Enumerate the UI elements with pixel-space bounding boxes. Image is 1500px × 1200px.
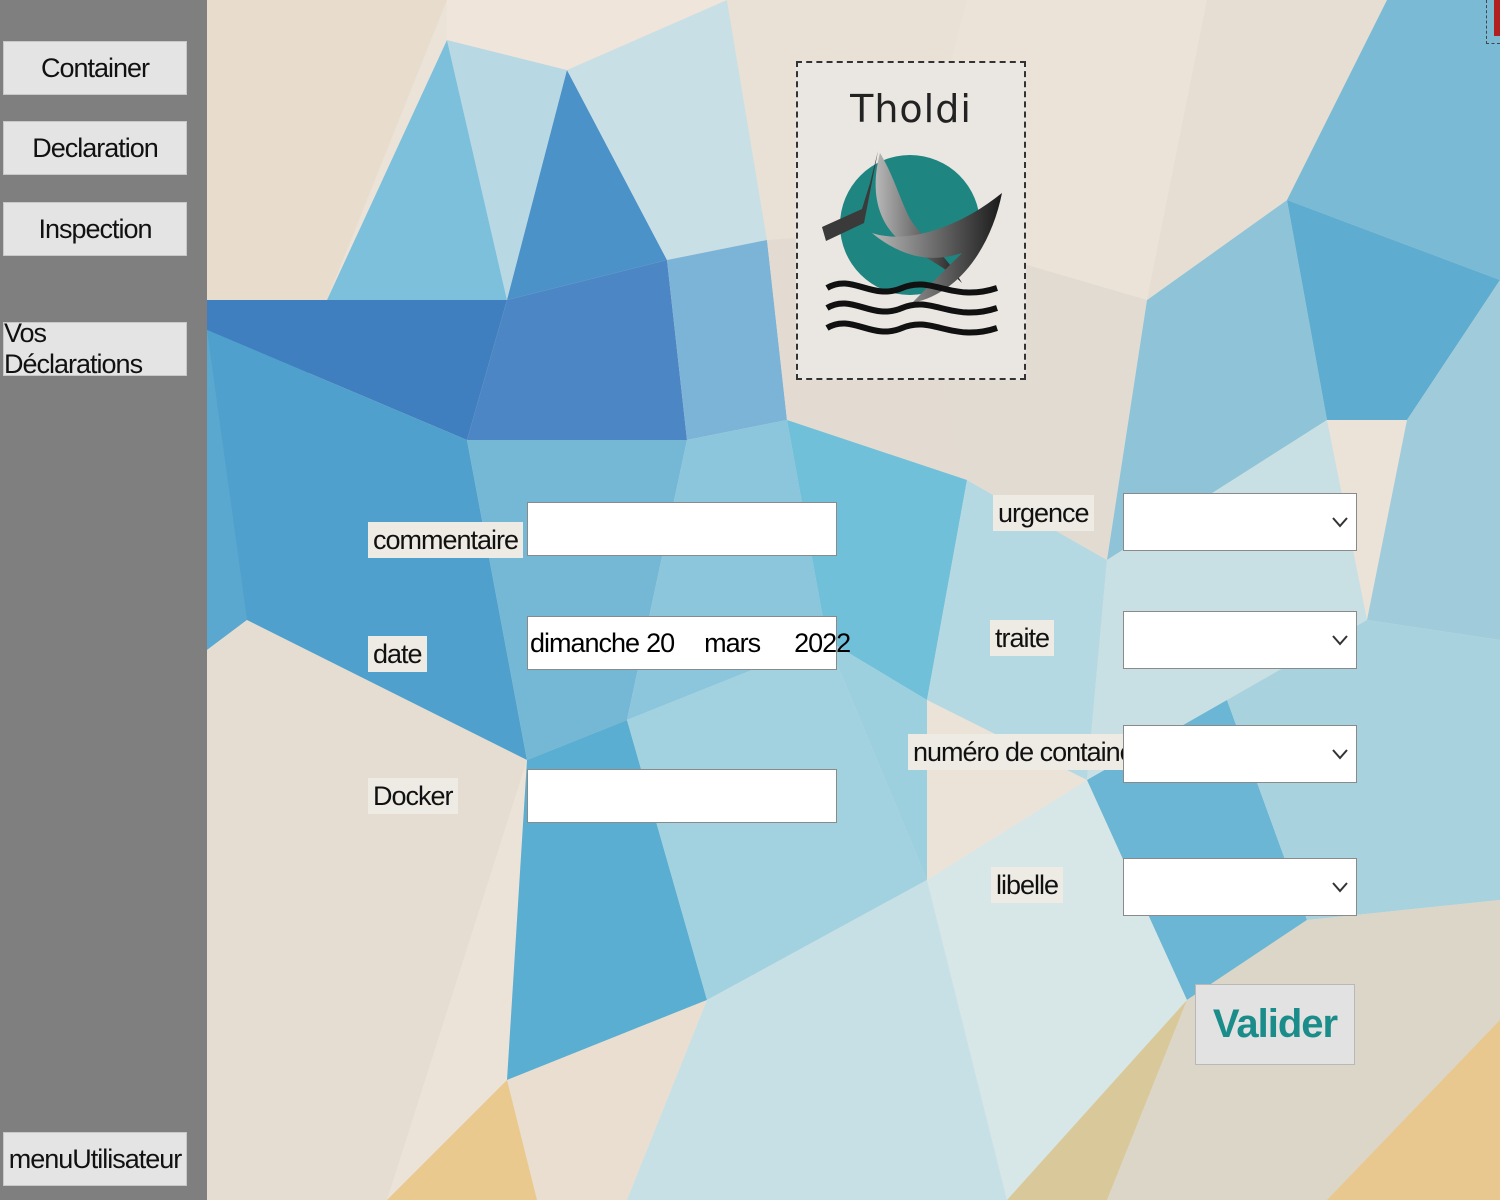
menu-utilisateur-button[interactable]: menuUtilisateur <box>3 1132 187 1186</box>
commentaire-input[interactable] <box>527 502 837 556</box>
sidebar: Container Declaration Inspection Vos Déc… <box>0 0 207 1200</box>
inspection-button[interactable]: Inspection <box>3 202 187 256</box>
vos-declarations-button[interactable]: Vos Déclarations <box>3 318 187 379</box>
date-picker[interactable]: dimanche 20 mars 2022 <box>527 616 851 670</box>
numero-container-select[interactable] <box>1123 725 1357 783</box>
commentaire-label: commentaire <box>368 522 524 558</box>
date-day-name: dimanche <box>530 627 640 658</box>
date-day: 20 <box>646 627 675 658</box>
chevron-down-icon[interactable] <box>1330 633 1350 647</box>
chevron-down-icon[interactable] <box>1330 880 1350 894</box>
chevron-down-icon[interactable] <box>1330 515 1350 529</box>
tholdi-logo: Tholdi <box>796 61 1026 380</box>
logo-title: Tholdi <box>850 87 972 131</box>
date-month: mars <box>704 627 761 658</box>
urgence-label: urgence <box>993 495 1094 531</box>
traite-select[interactable] <box>1123 611 1357 669</box>
valider-button[interactable]: Valider <box>1195 984 1355 1065</box>
window-corner-control[interactable] <box>1486 0 1500 44</box>
container-button[interactable]: Container <box>3 41 187 95</box>
date-year: 2022 <box>794 627 851 658</box>
docker-input[interactable] <box>527 769 837 823</box>
app-window: Container Declaration Inspection Vos Déc… <box>0 0 1500 1200</box>
docker-label: Docker <box>368 778 458 814</box>
numero-container-label: numéro de container <box>908 734 1147 770</box>
date-label: date <box>368 636 427 672</box>
declaration-button[interactable]: Declaration <box>3 121 187 175</box>
whale-logo-icon <box>822 151 1002 336</box>
libelle-select[interactable] <box>1123 858 1357 916</box>
traite-label: traite <box>990 620 1055 656</box>
urgence-select[interactable] <box>1123 493 1357 551</box>
libelle-label: libelle <box>991 867 1064 903</box>
chevron-down-icon[interactable] <box>1330 747 1350 761</box>
